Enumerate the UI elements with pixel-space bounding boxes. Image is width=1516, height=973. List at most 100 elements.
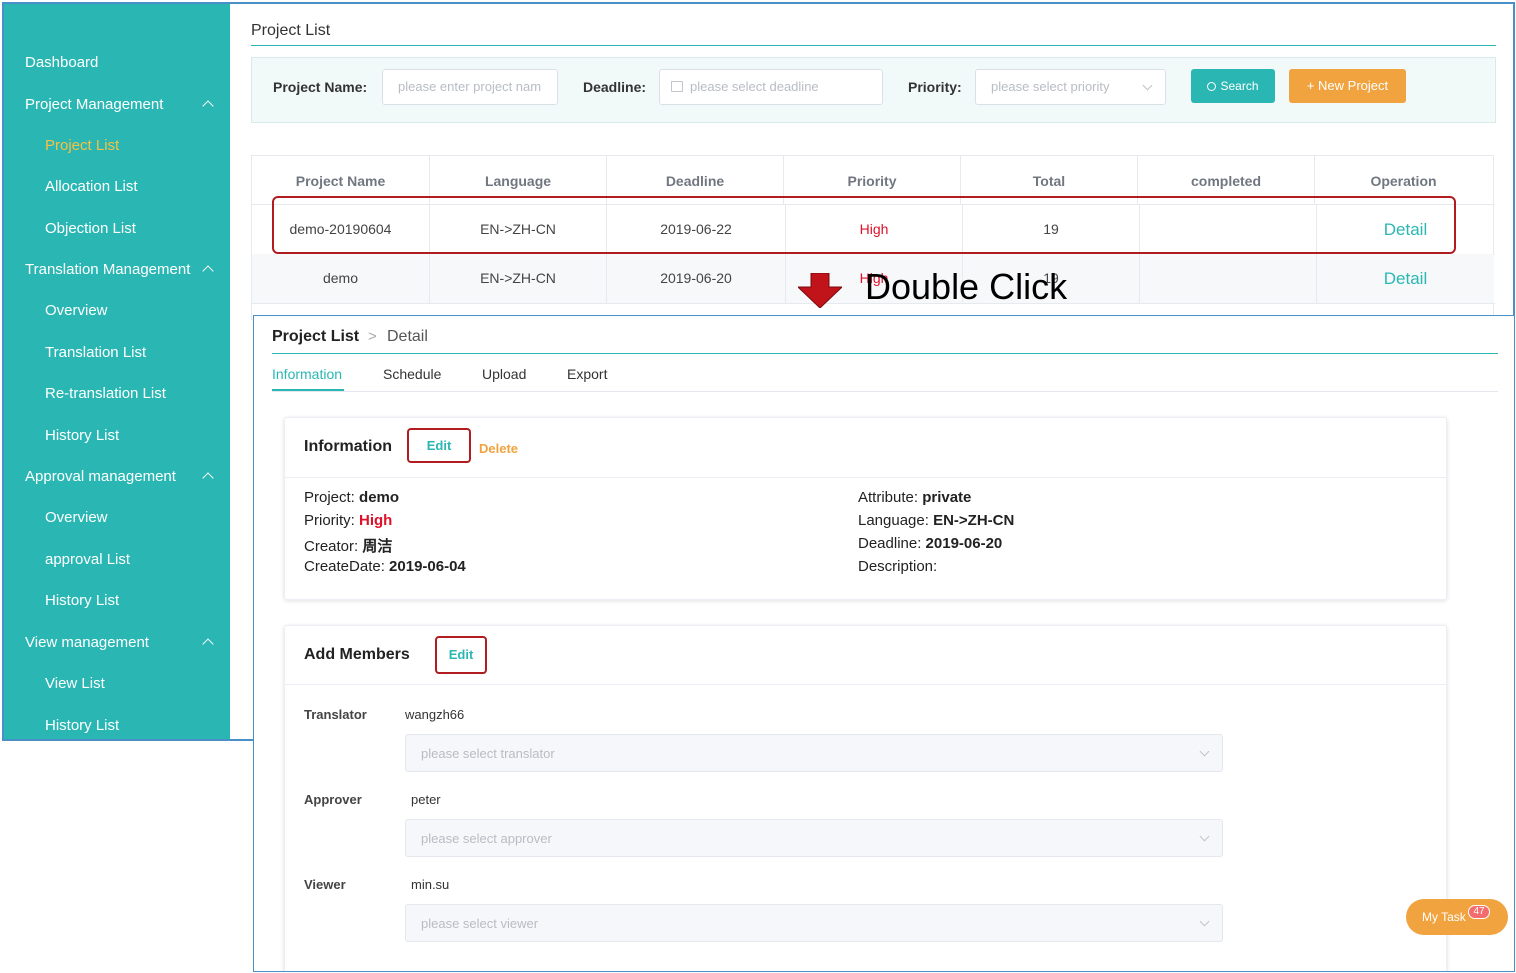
priority-select[interactable]: please select priority — [975, 69, 1166, 105]
language-field-value: EN->ZH-CN — [933, 512, 1015, 529]
attribute-field-label: Attribute: — [858, 489, 923, 506]
sidebar-item-translation-history[interactable]: History List — [45, 427, 119, 444]
breadcrumb-divider — [272, 353, 1498, 354]
detail-link[interactable]: Detail — [1317, 254, 1494, 303]
sidebar-item-approval-management[interactable]: Approval management — [25, 468, 176, 485]
information-card: Information Edit Delete Project: demo Pr… — [284, 417, 1448, 600]
description-field-label: Description: — [858, 558, 938, 575]
sidebar-item-approval-history[interactable]: History List — [45, 592, 119, 609]
breadcrumb-separator: > — [368, 328, 377, 345]
breadcrumb-root[interactable]: Project List — [272, 328, 359, 346]
tab-export[interactable]: Export — [567, 366, 607, 382]
attribute-field-value: private — [922, 489, 972, 506]
tab-schedule[interactable]: Schedule — [383, 366, 441, 382]
sidebar-item-view-list[interactable]: View List — [45, 675, 105, 692]
cell-project-name[interactable]: demo — [252, 254, 430, 303]
sidebar-item-objection-list[interactable]: Objection List — [45, 220, 136, 237]
priority-label: Priority: — [908, 79, 962, 95]
tabs-divider — [272, 391, 1498, 392]
sidebar-item-project-list[interactable]: Project List — [45, 137, 119, 154]
members-edit-button[interactable]: Edit — [435, 636, 487, 674]
deadline-field-label: Deadline: — [858, 535, 926, 552]
creator-field-label: Creator: — [304, 538, 363, 555]
card-divider — [285, 477, 1448, 478]
deadline-label: Deadline: — [583, 79, 647, 95]
priority-field-value: High — [359, 512, 393, 529]
deadline-placeholder: please select deadline — [690, 79, 819, 94]
translator-placeholder: please select translator — [421, 746, 555, 761]
viewer-select[interactable]: please select viewer — [405, 904, 1223, 942]
tab-information[interactable]: Information — [272, 366, 342, 382]
deadline-input[interactable]: please select deadline — [659, 69, 883, 105]
approver-placeholder: please select approver — [421, 831, 552, 846]
sidebar-item-translation-overview[interactable]: Overview — [45, 302, 108, 319]
viewer-placeholder: please select viewer — [421, 916, 539, 931]
attribute-field: Attribute: private — [858, 489, 971, 506]
search-button[interactable]: Search — [1191, 69, 1275, 103]
translator-value: wangzh66 — [405, 707, 465, 722]
translator-label: Translator — [304, 707, 367, 722]
calendar-icon — [671, 81, 683, 92]
sidebar-item-approval-list[interactable]: approval List — [45, 551, 130, 568]
cell-deadline: 2019-06-20 — [607, 254, 786, 303]
tab-upload[interactable]: Upload — [482, 366, 526, 382]
creator-field: Creator: 周洁 — [304, 535, 392, 556]
approver-label: Approver — [304, 792, 362, 807]
project-field-label: Project: — [304, 489, 360, 506]
language-field: Language: EN->ZH-CN — [858, 512, 1014, 529]
language-field-label: Language: — [858, 512, 934, 529]
filter-bar: Project Name: please enter project nam D… — [251, 57, 1496, 123]
chevron-up-icon[interactable] — [202, 472, 214, 484]
viewer-label: Viewer — [304, 877, 346, 892]
priority-placeholder: please select priority — [991, 79, 1110, 94]
deadline-field: Deadline: 2019-06-20 — [858, 535, 1002, 552]
breadcrumb-current: Detail — [387, 328, 428, 345]
my-task-label: My Task — [1422, 910, 1466, 924]
deadline-field-value: 2019-06-20 — [925, 535, 1003, 552]
translator-select[interactable]: please select translator — [405, 734, 1223, 772]
approver-select[interactable]: please select approver — [405, 819, 1223, 857]
project-detail-window: Project List > Detail Information Schedu… — [253, 315, 1515, 972]
chevron-down-icon — [1142, 80, 1153, 91]
information-title: Information — [304, 438, 392, 455]
sidebar-item-approval-overview[interactable]: Overview — [45, 509, 108, 526]
chevron-down-icon — [1199, 831, 1210, 842]
chevron-down-icon — [1199, 746, 1210, 757]
double-click-caption: Double Click — [865, 266, 1068, 307]
chevron-up-icon[interactable] — [202, 100, 214, 112]
create-date-field: CreateDate: 2019-06-04 — [304, 558, 466, 575]
create-date-field-label: CreateDate: — [304, 558, 390, 575]
chevron-up-icon[interactable] — [202, 265, 214, 277]
page-title: Project List — [251, 22, 331, 39]
project-name-input[interactable]: please enter project nam — [382, 69, 558, 105]
new-project-button[interactable]: + New Project — [1289, 69, 1406, 103]
search-icon — [1207, 82, 1217, 91]
sidebar-item-project-management[interactable]: Project Management — [25, 96, 163, 113]
my-task-button[interactable]: My Task 47 — [1406, 899, 1508, 935]
sidebar-item-allocation-list[interactable]: Allocation List — [45, 178, 138, 195]
task-count-badge: 47 — [1468, 905, 1490, 919]
delete-button[interactable]: Delete — [479, 441, 518, 456]
priority-field: Priority: High — [304, 512, 392, 529]
sidebar-item-view-history[interactable]: History List — [45, 717, 119, 734]
sidebar-item-retranslation-list[interactable]: Re-translation List — [45, 385, 166, 402]
card-divider — [285, 684, 1448, 685]
create-date-field-value: 2019-06-04 — [389, 558, 466, 575]
priority-field-label: Priority: — [304, 512, 360, 529]
project-name-label: Project Name: — [273, 79, 368, 95]
chevron-down-icon — [1199, 916, 1210, 927]
sidebar-item-dashboard[interactable]: Dashboard — [25, 54, 98, 71]
sidebar-item-translation-list[interactable]: Translation List — [45, 344, 146, 361]
row-highlight — [272, 196, 1456, 254]
arrow-down-icon — [798, 273, 842, 308]
approver-value: peter — [411, 792, 441, 807]
add-members-card: Add Members Edit Translator wangzh66 ple… — [284, 625, 1448, 971]
project-field-value: demo — [359, 489, 400, 506]
search-button-label: Search — [1220, 79, 1259, 93]
sidebar: Dashboard Project Management Project Lis… — [4, 4, 230, 739]
chevron-up-icon[interactable] — [202, 638, 214, 650]
info-edit-button[interactable]: Edit — [407, 428, 471, 463]
heading-divider — [251, 45, 1496, 46]
sidebar-item-translation-management[interactable]: Translation Management — [25, 261, 190, 278]
sidebar-item-view-management[interactable]: View management — [25, 634, 149, 651]
